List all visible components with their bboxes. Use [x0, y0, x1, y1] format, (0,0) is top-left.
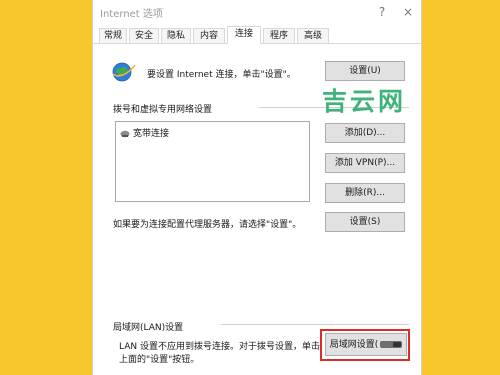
lan-description-line1: LAN 设置不应用到拨号连接。对于拨号设置，单击 — [119, 342, 320, 352]
tab-programs[interactable]: 程序 — [263, 28, 295, 43]
tab-content[interactable]: 内容 — [193, 28, 225, 43]
list-item-label: 宽带连接 — [133, 129, 170, 139]
lan-description-line2: 上面的"设置"按钮。 — [119, 355, 200, 365]
setup-button[interactable]: 设置(U) — [325, 61, 405, 81]
list-item[interactable]: 宽带连接 — [120, 126, 169, 139]
remove-button[interactable]: 删除(R)... — [325, 183, 405, 203]
help-button[interactable]: ? — [373, 3, 391, 21]
tab-advanced[interactable]: 高级 — [297, 28, 329, 43]
close-button[interactable]: × — [399, 3, 417, 21]
settings-button[interactable]: 设置(S) — [325, 212, 405, 232]
watermark-logo: 吉云网 — [322, 87, 407, 116]
connections-list[interactable]: 宽带连接 — [115, 121, 310, 202]
window-title: Internet 选项 — [100, 9, 163, 20]
lan-heading: 局域网(LAN)设置 — [113, 323, 184, 333]
tab-connections[interactable]: 连接 — [227, 26, 261, 44]
cursor-toggle-icon — [380, 340, 403, 348]
dialup-heading: 拨号和虚拟专用网络设置 — [113, 105, 213, 115]
setup-text: 要设置 Internet 连接，单击"设置"。 — [147, 70, 296, 80]
internet-options-dialog: Internet 选项 ? × 常规 安全 隐私 内容 连接 程序 高级 要设置… — [92, 0, 422, 375]
add-button[interactable]: 添加(D)... — [325, 123, 405, 143]
tab-security[interactable]: 安全 — [129, 28, 159, 43]
add-vpn-button[interactable]: 添加 VPN(P)... — [325, 153, 405, 173]
proxy-text: 如果要为连接配置代理服务器，请选择"设置"。 — [113, 220, 302, 230]
title-bar: Internet 选项 ? × — [93, 0, 421, 26]
globe-icon — [112, 62, 136, 82]
lan-settings-button[interactable]: 局域网设置( — [325, 333, 407, 356]
lan-settings-label: 局域网设置( — [329, 339, 379, 350]
tab-general[interactable]: 常规 — [99, 28, 127, 43]
tab-privacy[interactable]: 隐私 — [161, 28, 191, 43]
network-icon — [120, 130, 130, 137]
tab-bar: 常规 安全 隐私 内容 连接 程序 高级 — [93, 26, 421, 44]
lan-divider — [221, 324, 409, 325]
